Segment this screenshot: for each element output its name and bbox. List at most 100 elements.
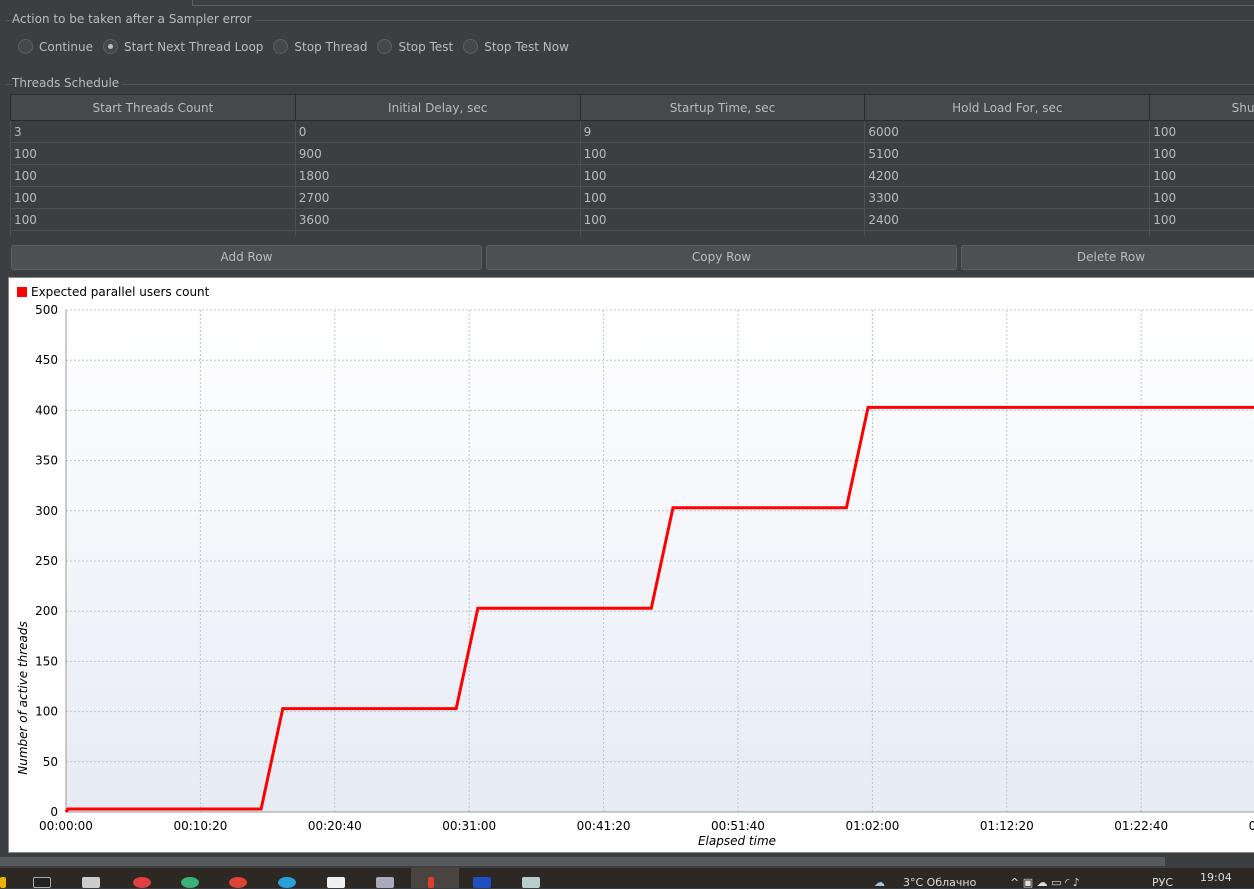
column-header[interactable]: Start Threads Count — [11, 95, 296, 121]
table-cell[interactable]: 100 — [1150, 187, 1254, 209]
radio-label: Continue — [39, 40, 93, 54]
column-header[interactable]: Hold Load For, sec — [865, 95, 1150, 121]
active-app-highlight[interactable] — [411, 868, 459, 888]
table-cell[interactable] — [295, 231, 580, 238]
y-tick-label: 400 — [35, 403, 58, 417]
threads-chart: Expected parallel users count 0501001502… — [8, 277, 1254, 853]
table-row[interactable]: 10036001002400100 — [11, 209, 1254, 231]
start-icon[interactable] — [0, 877, 6, 888]
legend-label: Expected parallel users count — [31, 285, 210, 299]
radio-label: Start Next Thread Loop — [124, 40, 263, 54]
window-app-icon[interactable] — [82, 877, 100, 888]
x-tick-label: 00:10:20 — [173, 819, 227, 833]
x-tick-label: 00:20:40 — [308, 819, 362, 833]
copy-row-button[interactable]: Copy Row — [486, 245, 957, 270]
table-cell[interactable]: 1800 — [295, 165, 580, 187]
x-tick-label: 00:51:40 — [711, 819, 765, 833]
weather-text[interactable]: 3°C Облачно — [903, 876, 976, 889]
table-cell[interactable]: 0 — [295, 121, 580, 143]
table-cell[interactable]: 100 — [1150, 209, 1254, 231]
table-cell[interactable]: 3300 — [865, 187, 1150, 209]
table-cell[interactable]: 100 — [11, 165, 296, 187]
terminal-icon[interactable] — [33, 877, 51, 888]
table-cell[interactable]: 2700 — [295, 187, 580, 209]
schedule-table[interactable]: Start Threads Count Initial Delay, sec S… — [10, 94, 1254, 237]
table-cell[interactable] — [865, 231, 1150, 238]
x-tick-label: 00:41:20 — [577, 819, 631, 833]
chart-app-icon[interactable] — [327, 877, 345, 888]
radio-stop-test-now[interactable]: Stop Test Now — [463, 39, 569, 54]
y-tick-label: 350 — [35, 454, 58, 468]
table-cell[interactable]: 100 — [11, 143, 296, 165]
table-cell[interactable]: 100 — [580, 165, 865, 187]
delete-row-button[interactable]: Delete Row — [961, 245, 1254, 270]
table-cell[interactable] — [580, 231, 865, 238]
table-cell[interactable]: 100 — [1150, 165, 1254, 187]
slack-icon[interactable] — [181, 877, 199, 888]
y-tick-label: 0 — [50, 805, 58, 819]
table-cell[interactable]: 900 — [295, 143, 580, 165]
table-cell[interactable]: 3 — [11, 121, 296, 143]
x-axis-label: Elapsed time — [698, 834, 776, 848]
table-row[interactable]: 10018001004200100 — [11, 165, 1254, 187]
radio-label: Stop Test Now — [484, 40, 569, 54]
table-cell[interactable]: 100 — [580, 209, 865, 231]
chrome-icon[interactable] — [229, 877, 247, 888]
app-icon[interactable] — [133, 877, 151, 888]
radio-stop-thread[interactable]: Stop Thread — [273, 39, 367, 54]
table-cell[interactable]: 100 — [1150, 121, 1254, 143]
jmeter-icon — [428, 877, 434, 888]
radio-label: Stop Thread — [294, 40, 367, 54]
table-cell[interactable]: 6000 — [865, 121, 1150, 143]
legend-swatch — [17, 287, 27, 297]
y-tick-label: 100 — [35, 705, 58, 719]
table-cell[interactable] — [11, 231, 296, 238]
y-tick-label: 300 — [35, 504, 58, 518]
chart-svg: Expected parallel users count 0501001502… — [9, 278, 1254, 854]
tray-icons[interactable]: ^ ▣ ☁ ▭ ◜ ♪ — [1010, 876, 1080, 889]
column-header[interactable]: Initial Delay, sec — [295, 95, 580, 121]
error-action-radio-group: Continue Start Next Thread Loop Stop Thr… — [18, 39, 569, 54]
y-axis-label: Number of active threads — [16, 621, 30, 775]
table-cell[interactable]: 100 — [11, 209, 296, 231]
radio-button[interactable] — [18, 39, 33, 54]
horizontal-scrollbar[interactable] — [0, 857, 1165, 866]
table-cell[interactable]: 2400 — [865, 209, 1150, 231]
monitor-icon[interactable] — [376, 877, 394, 888]
table-cell[interactable] — [1150, 231, 1254, 238]
clock[interactable]: 19:04 — [1200, 871, 1232, 884]
table-cell[interactable]: 5100 — [865, 143, 1150, 165]
radio-start-next-thread-loop[interactable]: Start Next Thread Loop — [103, 39, 263, 54]
error-action-title: Action to be taken after a Sampler error — [12, 12, 255, 26]
app-icon[interactable] — [522, 877, 540, 888]
save-app-icon[interactable] — [473, 877, 491, 888]
x-tick-label: 01:33:00 — [1249, 819, 1254, 833]
column-header[interactable]: Shutdown Time, sec — [1150, 95, 1254, 121]
table-cell[interactable]: 100 — [11, 187, 296, 209]
table-row[interactable]: 1009001005100100 — [11, 143, 1254, 165]
radio-button[interactable] — [463, 39, 478, 54]
y-tick-label: 150 — [35, 654, 58, 668]
schedule-table-viewport[interactable]: Start Threads Count Initial Delay, sec S… — [10, 94, 1254, 237]
language-indicator[interactable]: РУС — [1152, 876, 1173, 889]
radio-button-selected[interactable] — [103, 39, 118, 54]
table-cell[interactable]: 100 — [580, 187, 865, 209]
table-row[interactable]: 10027001003300100 — [11, 187, 1254, 209]
column-header[interactable]: Startup Time, sec — [580, 95, 865, 121]
radio-button[interactable] — [273, 39, 288, 54]
table-cell[interactable]: 9 — [580, 121, 865, 143]
y-tick-label: 450 — [35, 353, 58, 367]
taskbar: ☁ 3°C Облачно ^ ▣ ☁ ▭ ◜ ♪ РУС 19:04 — [0, 868, 1254, 888]
table-cell[interactable]: 4200 — [865, 165, 1150, 187]
radio-continue[interactable]: Continue — [18, 39, 93, 54]
table-cell[interactable]: 100 — [580, 143, 865, 165]
radio-stop-test[interactable]: Stop Test — [377, 39, 453, 54]
table-row[interactable]: 3096000100 — [11, 121, 1254, 143]
add-row-button[interactable]: Add Row — [11, 245, 482, 270]
table-cell[interactable]: 100 — [1150, 143, 1254, 165]
table-row-empty[interactable] — [11, 231, 1254, 238]
radio-button[interactable] — [377, 39, 392, 54]
telegram-icon[interactable] — [278, 877, 296, 888]
table-cell[interactable]: 3600 — [295, 209, 580, 231]
cloud-icon: ☁ — [874, 876, 885, 889]
